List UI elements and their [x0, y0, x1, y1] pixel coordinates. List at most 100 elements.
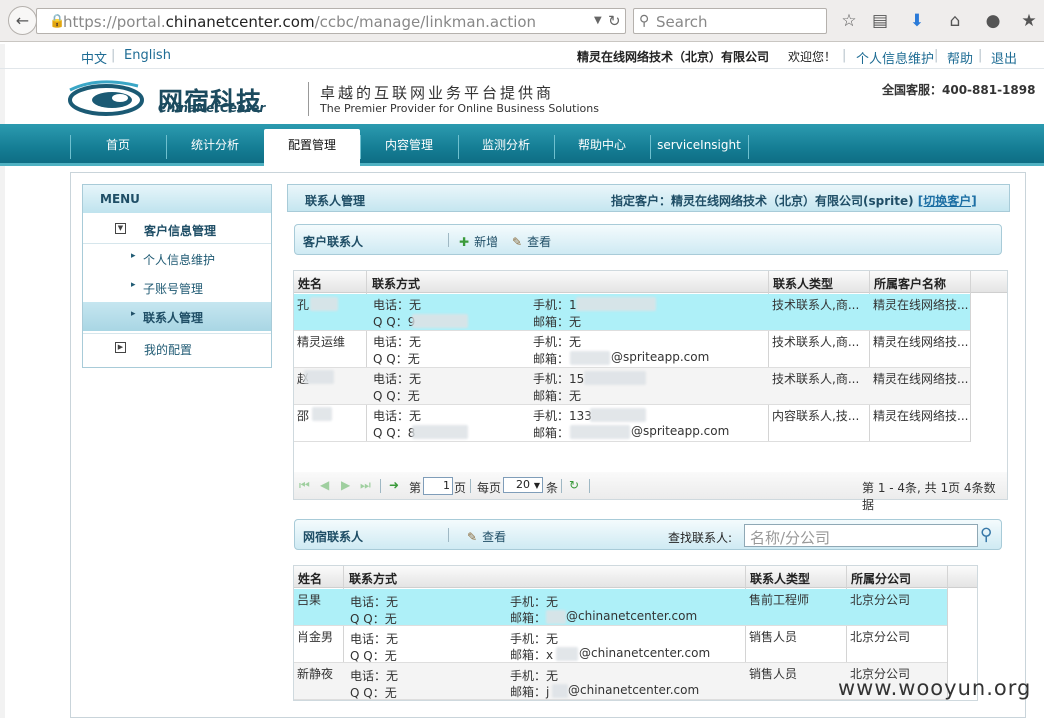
switch-customer-link[interactable]: [切换客户]: [918, 194, 977, 208]
contact-phone: 电话：无: [373, 409, 422, 423]
extension-icon[interactable]: ★: [1018, 10, 1040, 32]
arrow-right-icon: ▸: [131, 309, 136, 319]
nav-home[interactable]: 首页: [70, 124, 166, 163]
contact-mobile: 手机：无: [510, 632, 559, 646]
view-contact-button[interactable]: ✎ 查看: [512, 233, 551, 250]
add-contact-button[interactable]: ✚ 新增: [459, 233, 498, 250]
contact-phone: 电话：无: [350, 669, 399, 683]
plus-icon: ✚: [459, 235, 470, 249]
menu-item-profile[interactable]: ▸ 个人信息维护: [83, 245, 271, 273]
help-link[interactable]: 帮助: [947, 48, 973, 67]
home-icon[interactable]: ⌂: [944, 10, 966, 32]
menu-group-my-config[interactable]: ▶ 我的配置: [83, 333, 271, 363]
redaction-blur: [556, 647, 578, 661]
contact-mobile: 手机：15: [533, 372, 585, 386]
nav-config[interactable]: 配置管理: [264, 129, 360, 166]
welcome-text: 欢迎您！: [788, 50, 837, 64]
redaction-blur: [310, 297, 338, 311]
search-icon[interactable]: ⚲: [980, 525, 992, 545]
lang-en-link[interactable]: English: [124, 48, 171, 63]
contact-phone: 电话：无: [373, 335, 422, 349]
download-icon[interactable]: ⬇: [906, 10, 928, 32]
col-branch: 所属分公司: [851, 572, 912, 586]
contact-customer: 精灵在线网络技...: [873, 409, 969, 423]
customer-contacts-header: [294, 224, 1002, 255]
nav-content[interactable]: 内容管理: [360, 124, 458, 163]
table-row[interactable]: 肖金男 电话：无 Q Q：无 手机：无 邮箱：x @chinanetcenter…: [294, 626, 947, 663]
refresh-icon[interactable]: ↻: [569, 478, 579, 492]
redaction-blur: [412, 425, 468, 439]
profile-link[interactable]: 个人信息维护: [856, 48, 934, 67]
chinanetcenter-logo-icon: [68, 80, 144, 116]
contact-mobile: 手机：1: [533, 298, 577, 312]
table-row[interactable]: 孔 电话：无 Q Q：9 手机：1 邮箱：无 技术联系人,商... 精灵在线网络…: [294, 294, 970, 331]
prev-page-icon[interactable]: ◀: [320, 478, 329, 492]
nav-statistics[interactable]: 统计分析: [166, 124, 264, 163]
contact-branch: 北京分公司: [850, 593, 911, 607]
contact-type: 技术联系人,商...: [772, 335, 860, 349]
back-arrow-icon[interactable]: ←: [8, 6, 37, 35]
contact-phone: 电话：无: [373, 372, 422, 386]
table-row[interactable]: 精灵运维 电话：无 Q Q：无 手机：无 邮箱： @spriteapp.com …: [294, 331, 970, 368]
page-suffix: 页: [454, 481, 467, 495]
browser-search-input[interactable]: ⚲ Search: [633, 8, 827, 34]
pagination-summary: 第 1 - 4条, 共 1页 4条数据: [862, 481, 996, 512]
contact-name: 新静夜: [297, 667, 334, 681]
customer-contacts-table: 姓名 联系方式 联系人类型 所属客户名称 孔 电话：无 Q Q：9 手机：1 邮…: [293, 270, 1008, 473]
contact-branch: 北京分公司: [850, 630, 911, 644]
address-bar[interactable]: 🔒 https://portal.chinanetcenter.com/ccbc…: [36, 8, 626, 34]
divider: [589, 479, 590, 493]
contact-mobile: 手机：无: [533, 335, 582, 349]
redaction-blur: [412, 314, 468, 328]
menu-item-contacts[interactable]: ▸ 联系人管理: [83, 302, 271, 331]
table-row[interactable]: 赵 电话：无 Q Q：无 手机：15 邮箱：无 技术联系人,商... 精灵在线网…: [294, 368, 970, 405]
service-hotline: 全国客服：400-881-1898: [882, 83, 1036, 97]
reload-icon[interactable]: ↻: [608, 12, 621, 30]
chat-icon[interactable]: ●: [982, 10, 1004, 32]
view-label: 查看: [527, 235, 552, 249]
lang-cn-link[interactable]: 中文: [81, 48, 107, 67]
customer-label: 指定客户：精灵在线网络技术（北京）有限公司(sprite): [611, 194, 914, 208]
divider: [380, 479, 381, 493]
contact-email: 邮箱：: [510, 611, 547, 625]
redaction-blur: [576, 297, 656, 311]
redaction-blur: [584, 371, 646, 385]
first-page-icon[interactable]: ⏮: [299, 478, 310, 493]
col-type: 联系人类型: [750, 572, 811, 586]
redaction-blur: [552, 684, 568, 698]
contact-email-domain: @spriteapp.com: [611, 350, 710, 364]
menu-group-customer-info[interactable]: ▼ 客户信息管理: [83, 214, 271, 244]
redaction-blur: [570, 425, 630, 439]
nav-monitoring[interactable]: 监测分析: [458, 124, 554, 163]
redaction-blur: [590, 408, 646, 422]
bookmark-star-icon[interactable]: ☆: [838, 10, 860, 32]
tagline-cn: 卓越的互联网业务平台提供商: [320, 84, 555, 102]
view-wangsu-button[interactable]: ✎ 查看: [467, 528, 506, 545]
reading-list-icon[interactable]: ▤: [869, 10, 891, 32]
contact-type: 内容联系人,技...: [772, 409, 860, 423]
divider: |: [978, 48, 983, 63]
contact-mobile: 手机：无: [510, 669, 559, 683]
menu-item-subaccount[interactable]: ▸ 子账号管理: [83, 274, 271, 302]
find-contact-input[interactable]: 名称/分公司: [744, 524, 978, 547]
page-number-input[interactable]: 1: [423, 477, 453, 495]
top-links-bar: 中文 | English 精灵在线网络技术（北京）有限公司 欢迎您！ | 个人信…: [0, 43, 1044, 69]
contact-type: 售前工程师: [749, 593, 810, 607]
redaction-blur: [546, 610, 566, 624]
redaction-blur: [304, 370, 334, 384]
contact-qq: Q Q：无: [350, 686, 397, 700]
history-dropdown-icon[interactable]: ▼: [594, 15, 602, 26]
col-name: 姓名: [298, 277, 323, 291]
table-row[interactable]: 吕果 电话：无 Q Q：无 手机：无 邮箱： @chinanetcenter.c…: [294, 589, 947, 626]
table-row[interactable]: 邵 电话：无 Q Q：8 手机：133 邮箱： @spriteapp.com 内…: [294, 405, 970, 442]
per-page-select[interactable]: 20 ▼: [503, 477, 543, 493]
nav-help-center[interactable]: 帮助中心: [554, 124, 650, 163]
go-arrow-icon[interactable]: ➜: [389, 478, 399, 492]
logout-link[interactable]: 退出: [991, 48, 1017, 67]
contact-qq: Q Q：8: [373, 426, 416, 440]
nav-serviceinsight[interactable]: serviceInsight: [650, 124, 748, 163]
last-page-icon[interactable]: ⏭: [360, 478, 371, 493]
per-page-suffix: 条: [546, 481, 559, 495]
next-page-icon[interactable]: ▶: [341, 478, 350, 492]
menu-group-label: 客户信息管理: [144, 224, 217, 238]
